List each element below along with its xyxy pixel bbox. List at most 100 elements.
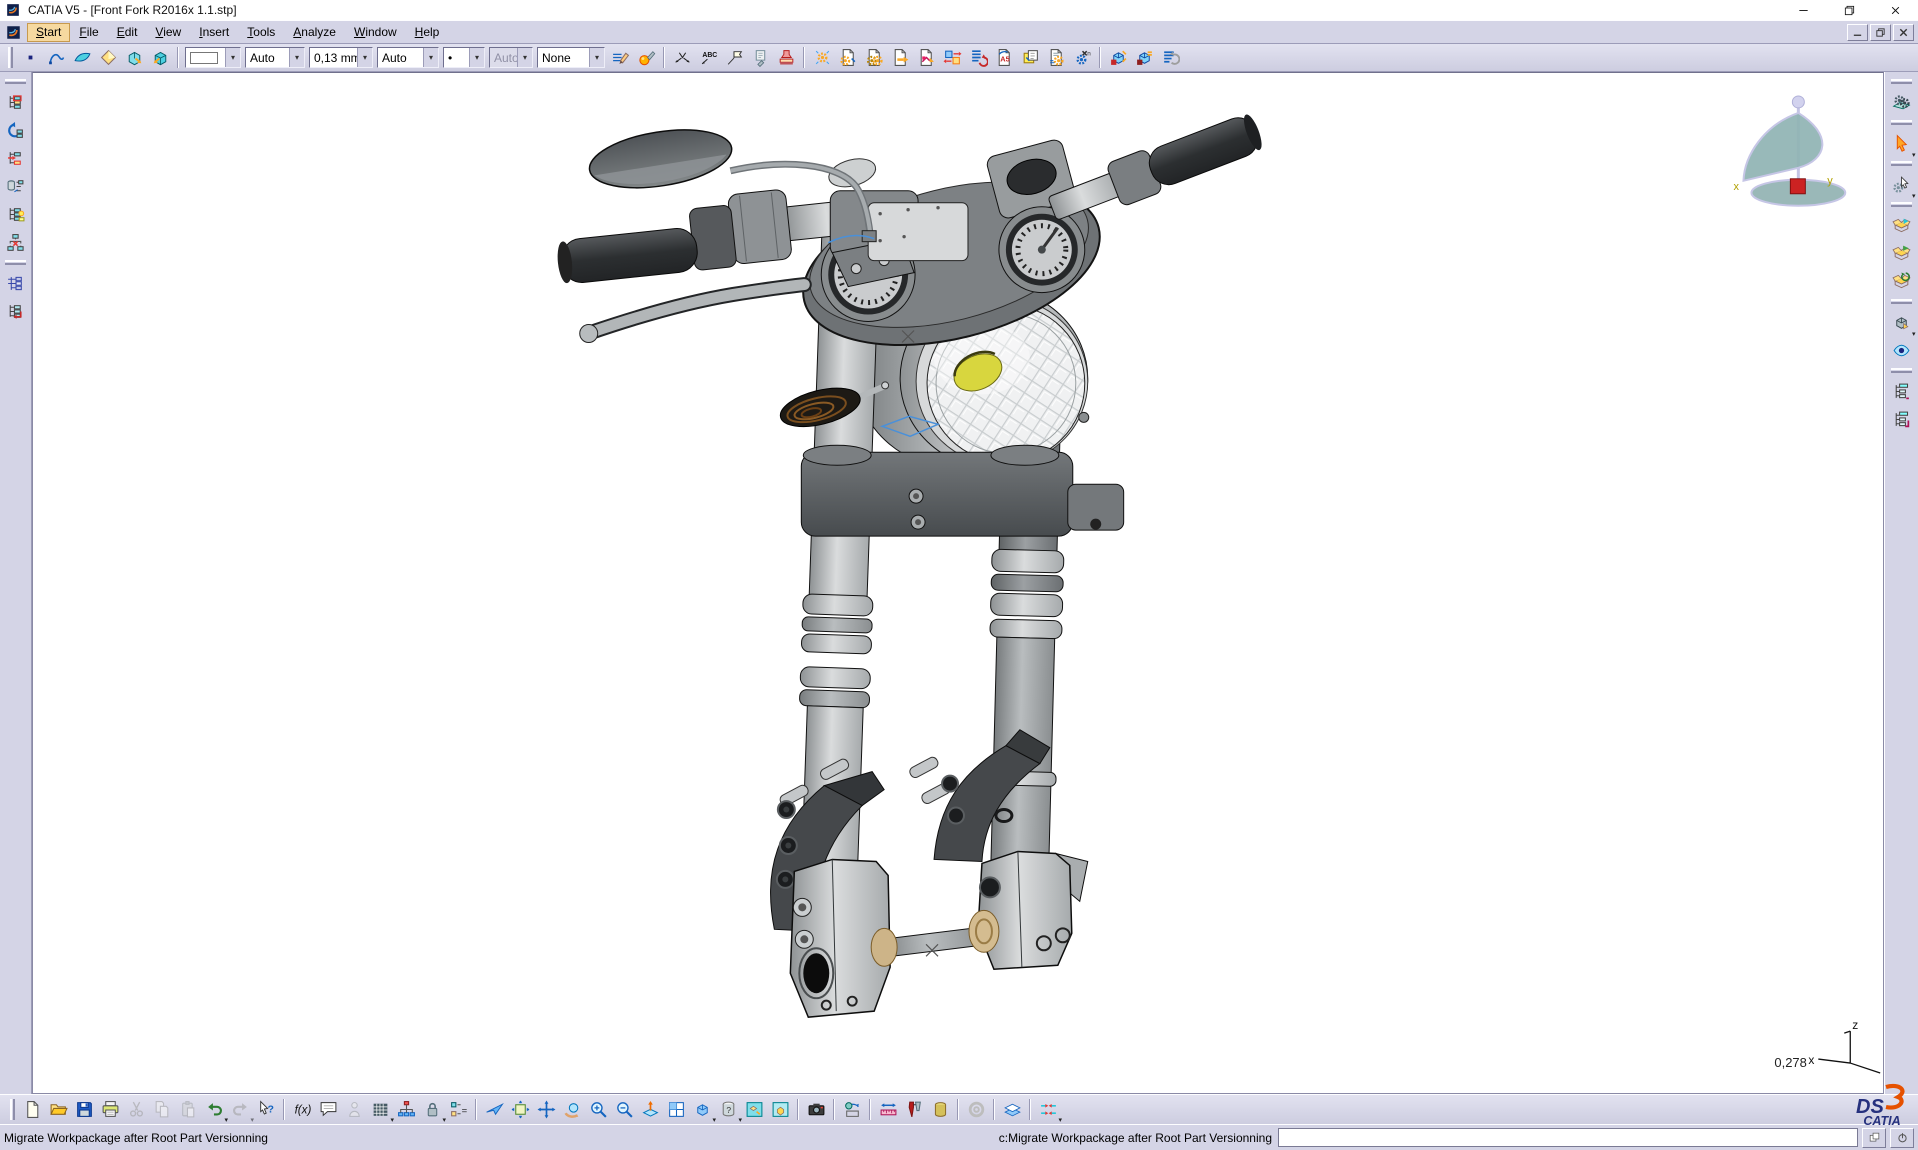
select-arrow-icon[interactable]: ▾ bbox=[1889, 129, 1915, 157]
open-folder-icon[interactable] bbox=[45, 1097, 71, 1122]
zoom-out-icon[interactable] bbox=[611, 1097, 637, 1122]
flag-note-icon[interactable] bbox=[721, 45, 747, 70]
camera-icon[interactable] bbox=[803, 1097, 829, 1122]
extrude-box-icon[interactable] bbox=[121, 45, 147, 70]
pick-tool-dropdown-arrow[interactable]: ▾ bbox=[1912, 193, 1916, 200]
viewport-3d[interactable]: x y z x y 0,278 bbox=[32, 72, 1884, 1094]
measure-between-icon[interactable] bbox=[839, 1097, 865, 1122]
scene-svg[interactable]: x y z x y 0,278 bbox=[33, 73, 1883, 1093]
hyperlink-icon[interactable] bbox=[747, 45, 773, 70]
pan-icon[interactable] bbox=[533, 1097, 559, 1122]
tree-publish-icon[interactable] bbox=[3, 200, 29, 228]
tree-reconcile-icon[interactable] bbox=[3, 116, 29, 144]
axle[interactable] bbox=[871, 910, 999, 966]
dialog-expand-button[interactable] bbox=[1862, 1128, 1886, 1148]
formula-fx-icon[interactable]: f(x) bbox=[289, 1097, 315, 1122]
annotation-text-icon[interactable]: ABC bbox=[695, 45, 721, 70]
pick-tool-icon[interactable]: ▾ bbox=[1889, 170, 1915, 198]
save-icon[interactable] bbox=[71, 1097, 97, 1122]
command-input[interactable] bbox=[1278, 1128, 1858, 1147]
print-icon[interactable] bbox=[97, 1097, 123, 1122]
close-button[interactable] bbox=[1872, 0, 1918, 20]
model-front-fork[interactable] bbox=[553, 109, 1267, 1017]
render-mode-combo-arrow[interactable]: ▾ bbox=[517, 48, 532, 67]
doc-clip-icon[interactable] bbox=[1017, 45, 1043, 70]
line-type-combo-arrow[interactable]: ▾ bbox=[289, 48, 304, 67]
tree-broken-icon[interactable] bbox=[3, 228, 29, 256]
new-document-icon[interactable] bbox=[19, 1097, 45, 1122]
inertia-icon[interactable] bbox=[927, 1097, 953, 1122]
fork-bottom-right[interactable] bbox=[978, 851, 1088, 969]
open-box-icon[interactable]: ▾ bbox=[1889, 308, 1915, 336]
point-symbol-combo[interactable]: •▾ bbox=[443, 47, 485, 68]
copy-icon[interactable] bbox=[149, 1097, 175, 1122]
quad-view-icon[interactable] bbox=[663, 1097, 689, 1122]
gear-doc-dark-icon[interactable] bbox=[861, 45, 887, 70]
measure-ruler-icon[interactable] bbox=[875, 1097, 901, 1122]
point-type-combo[interactable]: Auto▾ bbox=[377, 47, 439, 68]
gear-sun-icon[interactable] bbox=[809, 45, 835, 70]
structure-tree-icon[interactable] bbox=[393, 1097, 419, 1122]
graph-red-icon[interactable] bbox=[3, 297, 29, 325]
gear-doc-icon[interactable] bbox=[835, 45, 861, 70]
tree-insert-icon[interactable] bbox=[3, 144, 29, 172]
normal-view-icon[interactable] bbox=[637, 1097, 663, 1122]
menu-window[interactable]: Window bbox=[345, 23, 406, 42]
doc-list-red-icon[interactable] bbox=[965, 45, 991, 70]
paste-icon[interactable] bbox=[175, 1097, 201, 1122]
render-mode-combo[interactable]: Auto▾ bbox=[489, 47, 533, 68]
gear-xn-icon[interactable]: n bbox=[1069, 45, 1095, 70]
person-icon[interactable] bbox=[341, 1097, 367, 1122]
toolbar-grip[interactable] bbox=[1891, 202, 1912, 207]
license-status-button[interactable] bbox=[1890, 1128, 1914, 1148]
fly-mode-icon[interactable] bbox=[481, 1097, 507, 1122]
zoom-in-icon[interactable] bbox=[585, 1097, 611, 1122]
stamp-icon[interactable] bbox=[773, 45, 799, 70]
doc-transform-icon[interactable] bbox=[913, 45, 939, 70]
menu-view[interactable]: View bbox=[146, 23, 190, 42]
extrude-box-2-icon[interactable] bbox=[147, 45, 173, 70]
toolbar-grip[interactable] bbox=[1891, 368, 1912, 373]
box-update-icon[interactable] bbox=[1889, 267, 1915, 295]
doc-gear-lines-icon[interactable] bbox=[1043, 45, 1069, 70]
select-arrow-dropdown-arrow[interactable]: ▾ bbox=[1912, 152, 1916, 159]
menu-analyze[interactable]: Analyze bbox=[284, 23, 345, 42]
toolbar-grip[interactable] bbox=[8, 47, 13, 68]
hide-show-icon[interactable] bbox=[1889, 336, 1915, 364]
doc-a5-icon[interactable]: A5 bbox=[991, 45, 1017, 70]
equals-boxes-icon[interactable]: = bbox=[445, 1097, 471, 1122]
triple-clamp[interactable] bbox=[801, 445, 1123, 536]
minimize-button[interactable] bbox=[1780, 0, 1826, 20]
toolbar-grip[interactable] bbox=[1891, 120, 1912, 125]
menu-edit[interactable]: Edit bbox=[108, 23, 147, 42]
undo-icon[interactable]: ▾ bbox=[201, 1097, 227, 1122]
mdi-close-button[interactable] bbox=[1893, 24, 1914, 41]
handlebar-right[interactable] bbox=[1044, 109, 1266, 231]
line-type-combo[interactable]: Auto▾ bbox=[245, 47, 305, 68]
dimension-icon[interactable] bbox=[669, 45, 695, 70]
expand-tree-2-icon[interactable] bbox=[1889, 405, 1915, 433]
layer-combo-arrow[interactable]: ▾ bbox=[589, 48, 604, 67]
properties-painter-icon[interactable] bbox=[607, 45, 633, 70]
menu-file[interactable]: File bbox=[70, 23, 107, 42]
line-weight-combo-arrow[interactable]: ▾ bbox=[357, 48, 372, 67]
spline-icon[interactable] bbox=[43, 45, 69, 70]
rotate-icon[interactable] bbox=[559, 1097, 585, 1122]
toolbar-grip[interactable] bbox=[5, 260, 26, 265]
knowledge-gears-icon[interactable] bbox=[1889, 88, 1915, 116]
menu-start[interactable]: Start bbox=[27, 23, 70, 42]
line-color-combo-arrow[interactable]: ▾ bbox=[225, 48, 240, 67]
view-compass[interactable]: x y bbox=[1733, 96, 1845, 206]
box-export-icon[interactable] bbox=[1889, 239, 1915, 267]
feature-wizard-icon[interactable] bbox=[633, 45, 659, 70]
menu-tools[interactable]: Tools bbox=[238, 23, 284, 42]
lock-icon[interactable]: ▾ bbox=[419, 1097, 445, 1122]
point-type-combo-arrow[interactable]: ▾ bbox=[423, 48, 438, 67]
list-refresh-icon[interactable] bbox=[1157, 45, 1183, 70]
fit-all-icon[interactable] bbox=[507, 1097, 533, 1122]
view-a-icon[interactable] bbox=[741, 1097, 767, 1122]
datum-point-icon[interactable] bbox=[17, 45, 43, 70]
brake-lever-left[interactable] bbox=[580, 285, 805, 343]
mdi-minimize-button[interactable] bbox=[1847, 24, 1868, 41]
measure-item-icon[interactable] bbox=[901, 1097, 927, 1122]
